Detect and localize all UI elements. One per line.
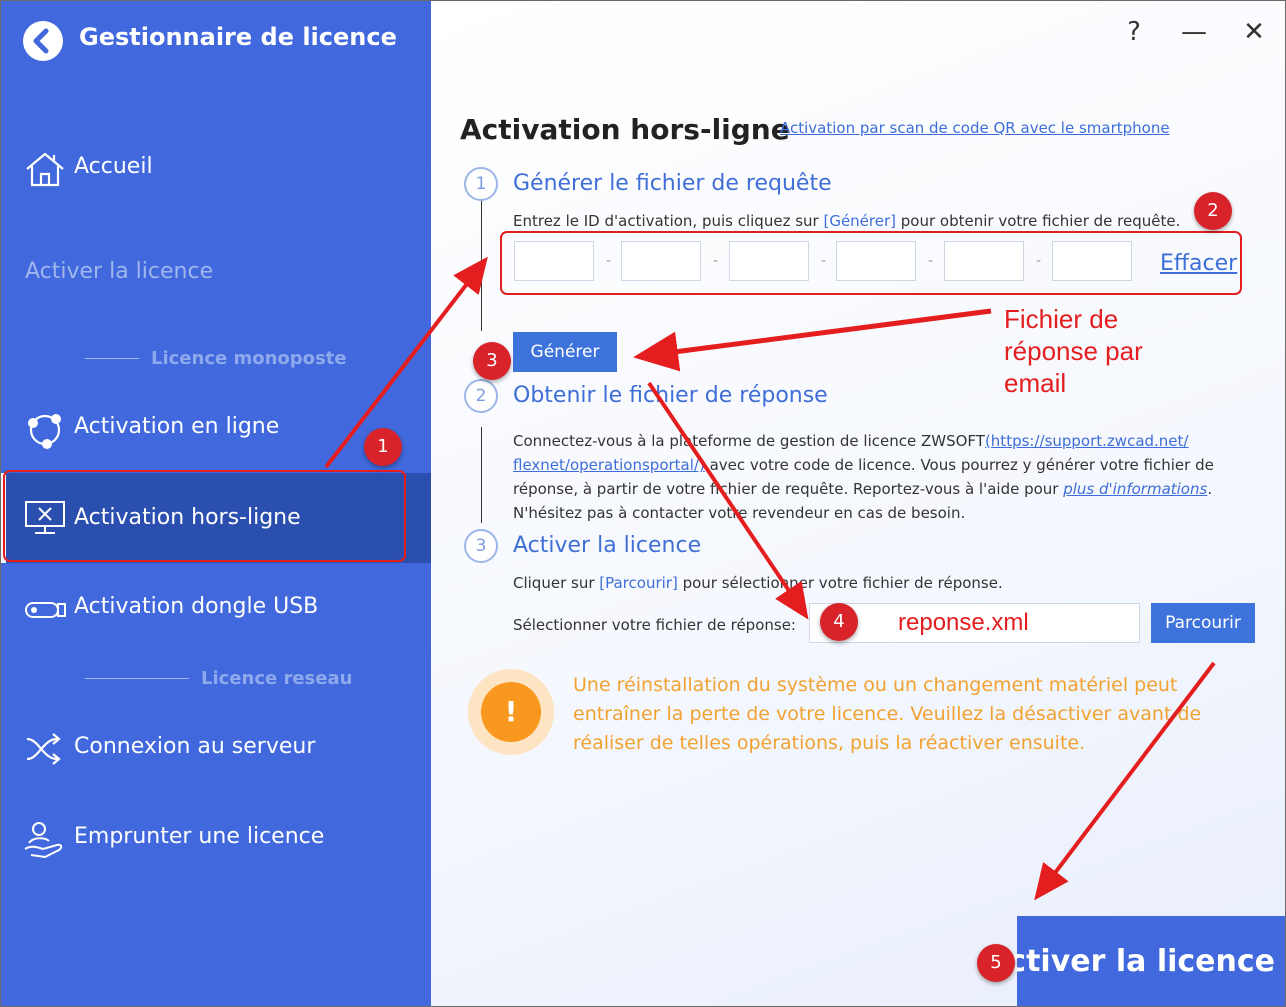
sidebar-section-activate: Activer la licence (25, 259, 214, 284)
step1-instruction: Entrez le ID d'activation, puis cliquez … (513, 212, 1180, 230)
note-line: Fichier de (1004, 304, 1119, 334)
annotation-badge: 1 (364, 428, 402, 466)
back-button[interactable] (23, 21, 63, 61)
subhead-divider (85, 677, 189, 679)
browse-button[interactable]: Parcourir (1151, 603, 1255, 643)
instruction-keyword: [Parcourir] (599, 574, 678, 592)
note-line: réponse par (1004, 336, 1143, 366)
annotation-badge: 2 (1194, 192, 1232, 230)
step-number: 1 (464, 167, 498, 201)
sidebar-item-label: Activation en ligne (74, 414, 280, 439)
page-title: Activation hors-ligne (460, 113, 790, 146)
id-separator: - (606, 253, 612, 269)
select-file-label: Sélectionner votre fichier de réponse: (513, 616, 796, 634)
sidebar-item-borrow[interactable]: Emprunter une licence (1, 809, 431, 869)
sidebar-item-usb[interactable]: Activation dongle USB (1, 579, 431, 639)
qr-activation-link[interactable]: Activation par scan de code QR avec le s… (780, 119, 1170, 137)
activation-id-input-1[interactable] (514, 241, 594, 281)
annotation-badge: 3 (473, 342, 511, 380)
network-icon (28, 414, 61, 449)
monitor-offline-icon (25, 501, 65, 534)
sidebar-item-offline[interactable]: Activation hors-ligne (1, 473, 431, 563)
step3-instruction: Cliquer sur [Parcourir] pour sélectionne… (513, 574, 1003, 592)
sidebar-item-home[interactable]: Accueil (1, 139, 431, 199)
subhead-label: Licence monoposte (151, 347, 347, 369)
sidebar: Gestionnaire de licence Accueil Activer … (1, 1, 431, 1006)
activation-id-input-4[interactable] (836, 241, 916, 281)
step-connector (481, 427, 482, 523)
step-number: 3 (464, 529, 498, 563)
sidebar-item-label: Emprunter une licence (74, 824, 325, 849)
subhead-standalone: Licence monoposte (85, 343, 347, 373)
usb-dongle-icon (25, 602, 66, 618)
instruction-keyword: [Générer] (823, 212, 896, 230)
generate-button[interactable]: Générer (513, 332, 617, 372)
warning-text: Une réinstallation du système ou un chan… (573, 674, 1202, 754)
annotation-badge: 5 (977, 944, 1015, 982)
warning-icon: ! (481, 682, 541, 742)
step-number: 2 (464, 379, 498, 413)
instruction-text: Cliquer sur (513, 574, 600, 592)
step2-instructions: Connectez-vous à la plateforme de gestio… (513, 429, 1243, 525)
annotation-badge: 4 (820, 603, 858, 641)
sidebar-item-label: Connexion au serveur (74, 734, 316, 759)
step-connector (481, 199, 482, 331)
step-title: Générer le fichier de requête (513, 171, 832, 196)
activation-id-input-5[interactable] (944, 241, 1024, 281)
response-file-input[interactable]: reponse.xml (809, 603, 1140, 643)
note-line: email (1004, 368, 1067, 398)
annotation-note: Fichier de réponse par email (1004, 303, 1224, 399)
activation-id-input-3[interactable] (729, 241, 809, 281)
help-link[interactable]: plus d'informations (1063, 480, 1207, 498)
sidebar-item-server[interactable]: Connexion au serveur (1, 719, 431, 779)
instruction-text: Entrez le ID d'activation, puis cliquez … (513, 212, 824, 230)
subhead-label: Licence reseau (201, 667, 353, 689)
instruction-text: pour sélectionner votre fichier de répon… (677, 574, 1003, 592)
subhead-network: Licence reseau (85, 663, 352, 693)
step-title: Activer la licence (513, 533, 702, 558)
license-manager-window: Gestionnaire de licence Accueil Activer … (0, 0, 1286, 1007)
activation-id-input-6[interactable] (1052, 241, 1132, 281)
id-separator: - (821, 253, 827, 269)
clear-link[interactable]: Effacer (1160, 251, 1237, 276)
subhead-divider (85, 357, 139, 359)
id-separator: - (1036, 253, 1042, 269)
instruction-text: pour obtenir votre fichier de requête. (896, 212, 1181, 230)
main-panel: ? — ✕ Activation hors-ligne Activation p… (431, 1, 1285, 1006)
id-separator: - (713, 253, 719, 269)
id-separator: - (928, 253, 934, 269)
step-title: Obtenir le fichier de réponse (513, 383, 828, 408)
sidebar-item-label: Activation hors-ligne (74, 505, 301, 530)
activate-license-button[interactable]: Activer la licence (985, 916, 1285, 1006)
help-button[interactable]: ? (1119, 17, 1149, 47)
warning-badge: ! (468, 669, 554, 755)
hand-user-icon (24, 822, 63, 859)
activation-id-input-2[interactable] (621, 241, 701, 281)
home-icon (26, 152, 64, 187)
instruction-text: Connectez-vous à la plateforme de gestio… (513, 432, 985, 450)
app-title: Gestionnaire de licence (79, 23, 397, 51)
close-button[interactable]: ✕ (1239, 17, 1269, 47)
minimize-button[interactable]: — (1179, 17, 1209, 47)
sidebar-item-label: Activation dongle USB (74, 594, 319, 619)
chevron-left-icon (33, 28, 49, 54)
sidebar-item-label: Accueil (74, 154, 153, 179)
shuffle-icon (26, 733, 61, 765)
